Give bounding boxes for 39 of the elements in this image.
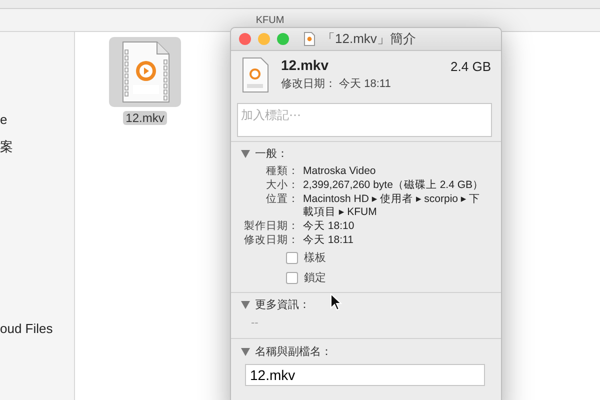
field-value: 今天 18:11 <box>303 234 354 247</box>
folder-title: KFUM <box>256 14 284 26</box>
more-info-text: -- <box>251 317 260 329</box>
field-value: Macintosh HD ▸ 使用者 ▸ scorpio ▸ 下載項目 ▸ KFUM <box>303 193 482 219</box>
field-label: 修改日期： <box>243 234 299 247</box>
modified-date: 修改日期： 今天 18:11 <box>281 77 392 91</box>
disclosure-icon[interactable] <box>241 150 250 158</box>
close-button[interactable] <box>239 33 251 45</box>
section-title: 更多資訊： <box>255 298 310 312</box>
checkbox-label: 樣板 <box>304 250 326 265</box>
file-size: 2.4 GB <box>450 59 491 74</box>
field-value: 2,399,267,260 byte（磁碟上 2.4 GB） <box>303 179 485 192</box>
sidebar-item[interactable]: 案 <box>0 138 13 156</box>
sidebar-item[interactable]: e <box>0 112 8 127</box>
video-file-icon <box>241 57 269 93</box>
checkbox-label: 鎖定 <box>304 270 326 285</box>
document-icon <box>304 32 315 46</box>
file-name: 12.mkv <box>281 57 330 73</box>
minimize-button[interactable] <box>258 33 270 45</box>
section-title: 名稱與副檔名： <box>255 345 332 359</box>
tags-field[interactable]: 加入標記⋯ <box>237 103 492 137</box>
disclosure-icon[interactable] <box>241 348 250 356</box>
cursor-icon <box>330 293 342 311</box>
video-file-icon[interactable] <box>109 37 181 107</box>
disclosure-icon[interactable] <box>241 300 250 308</box>
window-title: 「12.mkv」簡介 <box>322 30 416 48</box>
name-field[interactable]: 12.mkv <box>245 364 485 386</box>
checkbox[interactable] <box>286 252 298 264</box>
sidebar-item[interactable]: oud Files <box>0 321 53 336</box>
field-label: 大小： <box>265 179 299 192</box>
file-name[interactable]: 12.mkv <box>122 111 168 125</box>
field-value: 今天 18:10 <box>303 220 356 233</box>
field-label: 製作日期： <box>243 220 299 233</box>
field-label: 位置： <box>265 193 299 207</box>
field-value: Matroska Video <box>303 165 377 178</box>
checkbox[interactable] <box>286 272 298 284</box>
section-title: 一般： <box>255 147 288 161</box>
zoom-button[interactable] <box>277 33 289 45</box>
field-label: 種類： <box>265 165 299 178</box>
